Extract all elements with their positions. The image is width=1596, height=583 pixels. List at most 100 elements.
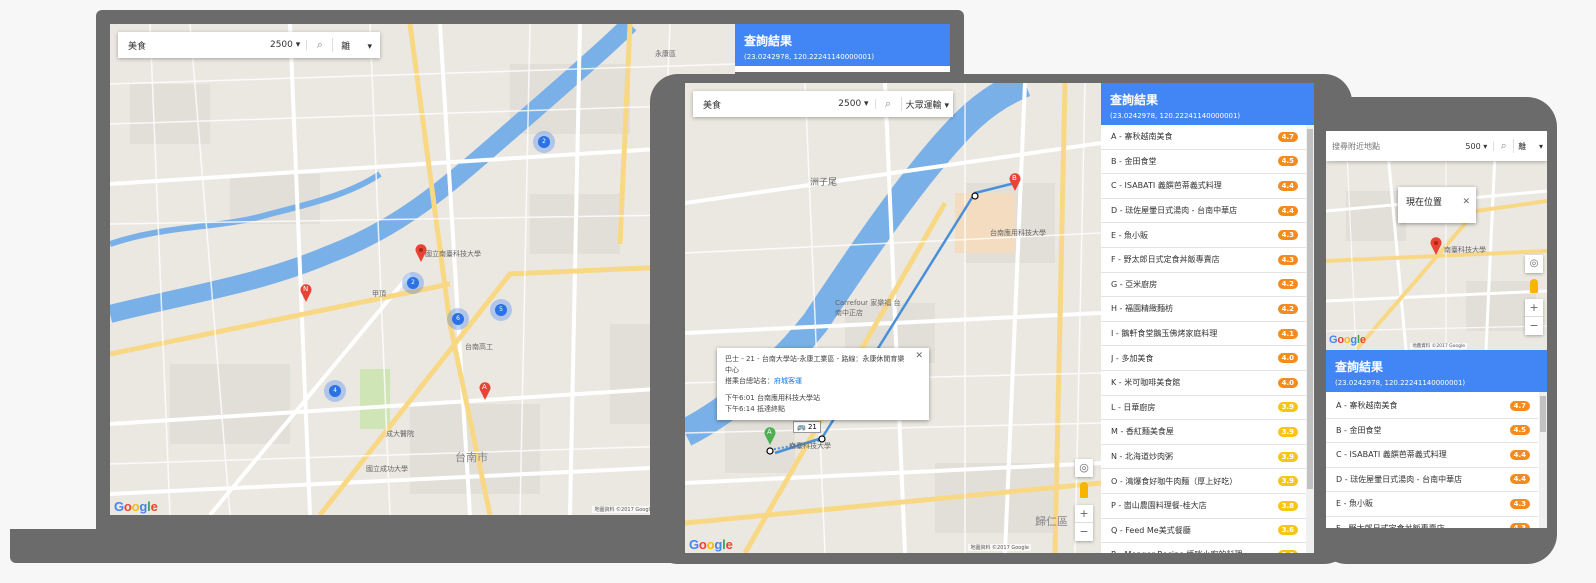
list-item[interactable]: I - 鵝軒食堂鵝玉佛烤家庭料理 4.1 bbox=[1101, 322, 1306, 347]
map-label: 國立南臺科技大學 bbox=[425, 250, 481, 258]
close-icon[interactable]: ✕ bbox=[915, 351, 923, 362]
zoom-out-button[interactable]: − bbox=[1075, 523, 1093, 541]
rating-badge: 4.0 bbox=[1277, 353, 1298, 364]
marker-cluster[interactable]: 2 bbox=[402, 272, 424, 294]
transit-line: 巴士 - 21 - 台南大學站-永康工業區 - 路線：永康休閒育樂中心 bbox=[725, 355, 905, 374]
map-marker-b[interactable]: B bbox=[1009, 173, 1021, 191]
pegman-icon[interactable] bbox=[1080, 482, 1088, 498]
list-item[interactable]: F - 野太郎日式定食丼飯專賣店 4.3 bbox=[1101, 248, 1306, 273]
phone-map[interactable]: 南臺科技大學 現在位置 ✕ 搜尋附近地點 500 ▾ ⌕ 離 ▾ ◎ + − G… bbox=[1326, 131, 1547, 350]
list-item[interactable]: C - ISABATI 義饌芭蒂義式料理 4.4 bbox=[1326, 443, 1538, 468]
place-name: E - 魚小販 bbox=[1336, 499, 1374, 509]
laptop-map[interactable]: 2 2 6 5 4 N A 國立南臺科技大學 台南高工 成大醫院 台南市 國立成… bbox=[110, 24, 735, 515]
rating-badge: 4.4 bbox=[1509, 449, 1530, 460]
place-name: D - 琺佐屋暈日式湯肉 - 台南中華店 bbox=[1336, 474, 1463, 484]
list-item[interactable]: Q - Feed Me美式餐廳 3.6 bbox=[1101, 519, 1306, 544]
map-label: Carrefour 家樂福 台南中正店 bbox=[835, 299, 901, 317]
current-location-marker[interactable] bbox=[1430, 237, 1442, 255]
transit-info-window: ✕ 巴士 - 21 - 台南大學站-永康工業區 - 路線：永康休閒育樂中心 搭乘… bbox=[717, 348, 929, 420]
list-item[interactable]: G - 亞米廚房 4.2 bbox=[1101, 273, 1306, 298]
search-bar: 美食 2500 ▾ ⌕ 離 ▾ bbox=[118, 32, 380, 58]
distance-select[interactable]: 500 ▾ bbox=[1459, 141, 1495, 151]
marker-cluster[interactable]: 4 bbox=[324, 380, 346, 402]
place-name: B - 金田食堂 bbox=[1111, 156, 1157, 166]
rating-badge: 3.9 bbox=[1277, 476, 1298, 487]
place-name: E - 魚小販 bbox=[1111, 230, 1149, 240]
list-item[interactable]: A - 寨秋越南美食 4.7 bbox=[1326, 394, 1538, 419]
list-item[interactable]: O - 鴻爆食好咖牛肉麵（厚上好吃） 3.9 bbox=[1101, 469, 1306, 494]
list-item[interactable]: A - 寨秋越南美食 4.7 bbox=[1101, 125, 1306, 150]
list-item[interactable]: E - 魚小販 4.3 bbox=[1326, 492, 1538, 517]
locate-button[interactable]: ◎ bbox=[1525, 255, 1543, 273]
marker-cluster[interactable]: 5 bbox=[490, 299, 512, 321]
search-icon[interactable]: ⌕ bbox=[876, 97, 902, 111]
list-item[interactable]: M - 香紅麵美食屋 3.9 bbox=[1101, 420, 1306, 445]
place-name: O - 鴻爆食好咖牛肉麵（厚上好吃） bbox=[1111, 476, 1238, 486]
list-item[interactable]: H - 福園精緻麵枋 4.2 bbox=[1101, 297, 1306, 322]
place-name: Q - Feed Me美式餐廳 bbox=[1111, 525, 1191, 535]
cluster-count: 5 bbox=[495, 304, 507, 316]
list-item[interactable]: B - 金田食堂 4.5 bbox=[1326, 419, 1538, 443]
list-item[interactable]: C - ISABATI 義饌芭蒂義式料理 4.4 bbox=[1101, 174, 1306, 199]
map-label: 歸仁區 bbox=[1035, 515, 1068, 528]
scrollbar[interactable] bbox=[1539, 392, 1547, 528]
marker-cluster[interactable]: 6 bbox=[447, 308, 469, 330]
pegman-icon[interactable] bbox=[1530, 279, 1538, 293]
keyword-input[interactable]: 美食 bbox=[693, 98, 832, 111]
rating-badge: 4.3 bbox=[1277, 230, 1298, 241]
map-label: 台南高工 bbox=[465, 343, 493, 351]
marker-cluster[interactable]: 2 bbox=[533, 131, 555, 153]
rating-badge: 4.4 bbox=[1277, 205, 1298, 216]
zoom-in-button[interactable]: + bbox=[1075, 505, 1093, 523]
search-bar: 搜尋附近地點 500 ▾ ⌕ 離 ▾ bbox=[1326, 131, 1547, 161]
locate-button[interactable]: ◎ bbox=[1075, 459, 1093, 477]
map-marker-a[interactable]: A bbox=[764, 427, 776, 445]
cluster-count: 4 bbox=[329, 385, 341, 397]
rating-badge: 4.2 bbox=[1277, 279, 1298, 290]
bus-number: 21 bbox=[807, 423, 817, 431]
list-item[interactable]: N - 北海道炒肉粥 3.9 bbox=[1101, 445, 1306, 470]
google-logo: Google bbox=[1329, 334, 1366, 346]
list-item[interactable]: P - 崮山農園料理餐-桂大店 3.8 bbox=[1101, 494, 1306, 519]
sort-select[interactable]: 離 ▾ bbox=[333, 39, 380, 52]
keyword-input[interactable]: 美食 bbox=[118, 39, 264, 52]
scrollbar-thumb[interactable] bbox=[1540, 396, 1546, 432]
scrollbar-thumb[interactable] bbox=[1307, 129, 1313, 489]
keyword-input[interactable]: 搜尋附近地點 bbox=[1326, 141, 1459, 152]
list-item[interactable]: L - 日華廚房 3.9 bbox=[1101, 396, 1306, 421]
map-marker-a[interactable]: A bbox=[479, 382, 491, 400]
transit-agency-link[interactable]: 府城客運 bbox=[774, 377, 802, 385]
location-popup: 現在位置 ✕ bbox=[1398, 187, 1476, 223]
search-icon[interactable]: ⌕ bbox=[307, 38, 334, 52]
rating-badge: 3.8 bbox=[1277, 500, 1298, 511]
close-icon[interactable]: ✕ bbox=[1462, 190, 1470, 214]
list-item[interactable]: D - 琺佐屋暈日式湯肉 - 台南中華店 4.4 bbox=[1101, 199, 1306, 224]
cluster-count: 6 bbox=[452, 313, 464, 325]
list-item[interactable]: K - 米可咖啡美食館 4.0 bbox=[1101, 371, 1306, 396]
zoom-in-button[interactable]: + bbox=[1525, 299, 1543, 317]
sort-select[interactable]: 離 ▾ bbox=[1514, 141, 1547, 152]
distance-select[interactable]: 2500 ▾ bbox=[832, 99, 876, 109]
distance-select[interactable]: 2500 ▾ bbox=[264, 40, 308, 50]
sort-select[interactable]: 大眾運輸 ▾ bbox=[902, 98, 953, 111]
scrollbar[interactable] bbox=[1306, 125, 1314, 553]
map-label: 南臺科技大學 bbox=[1444, 246, 1486, 254]
tablet-map[interactable]: A B 🚌 21 洲子尾 台南應用科技大學 Carrefour 家樂福 台南中正… bbox=[685, 83, 1101, 553]
phone-results-panel: 查詢結果 (23.0242978, 120.22241140000001) A … bbox=[1326, 350, 1547, 528]
list-item[interactable]: D - 琺佐屋暈日式湯肉 - 台南中華店 4.4 bbox=[1326, 468, 1538, 492]
place-name: H - 福園精緻麵枋 bbox=[1111, 304, 1173, 314]
list-item[interactable]: B - 金田食堂 4.5 bbox=[1101, 150, 1306, 175]
list-item[interactable]: E - 魚小販 4.3 bbox=[1101, 223, 1306, 248]
list-item[interactable]: R - Menger Recipe 媽咪小廚的料理 3.6 bbox=[1101, 543, 1306, 553]
rating-badge: 3.6 bbox=[1277, 549, 1298, 553]
list-item[interactable]: F - 野太郎日式定食丼飯專賣店 4.3 bbox=[1326, 517, 1538, 528]
zoom-out-button[interactable]: − bbox=[1525, 317, 1543, 335]
place-name: K - 米可咖啡美食館 bbox=[1111, 378, 1181, 388]
rating-badge: 4.4 bbox=[1277, 180, 1298, 191]
map-marker-n[interactable]: N bbox=[300, 284, 312, 302]
caret-icon: ▾ bbox=[944, 100, 949, 111]
list-item[interactable]: J - 多加美食 4.0 bbox=[1101, 346, 1306, 371]
search-icon[interactable]: ⌕ bbox=[1494, 139, 1515, 153]
rating-badge: 4.5 bbox=[1277, 156, 1298, 167]
rating-badge: 4.3 bbox=[1509, 523, 1530, 528]
